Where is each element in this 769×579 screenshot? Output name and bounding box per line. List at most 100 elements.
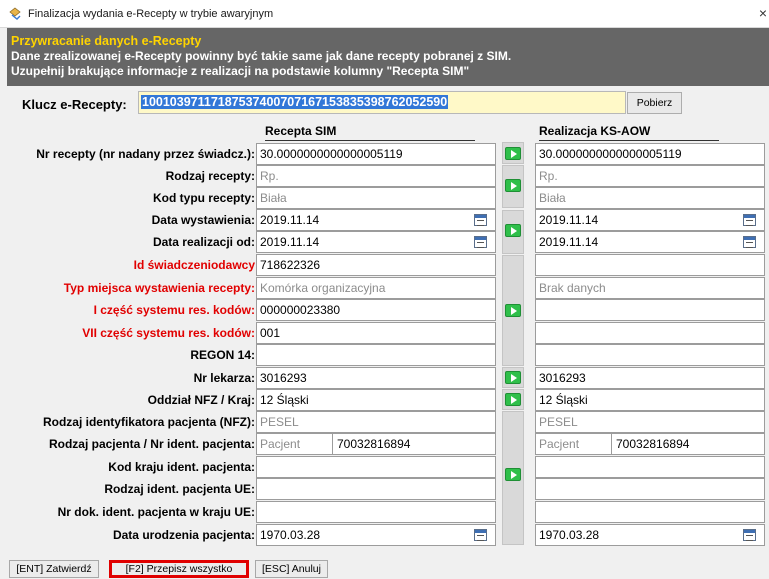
field-label: Rodzaj identyfikatora pacjenta (NFZ): <box>42 415 255 429</box>
sim-field[interactable]: 000000023380 <box>256 299 496 321</box>
sim-field-value: 000000023380 <box>260 303 341 317</box>
sim-field[interactable]: Biała <box>256 187 496 209</box>
ks-field-value: 3016293 <box>539 371 586 385</box>
ks-field-value: 2019.11.14 <box>539 213 599 227</box>
ks-field[interactable] <box>535 344 765 366</box>
sim-field[interactable]: Pacjent 70032816894 <box>256 433 496 455</box>
ks-field[interactable]: PESEL <box>535 411 765 433</box>
ks-field-value: 12 Śląski <box>539 393 588 407</box>
ks-field[interactable]: 30.0000000000000005119 <box>535 143 765 165</box>
sim-field-value: Biała <box>260 191 287 205</box>
sim-field-value: 2019.11.14 <box>260 213 320 227</box>
ks-field[interactable]: 12 Śląski <box>535 389 765 411</box>
key-input[interactable]: 1001039711718753740070716715383539876205… <box>138 91 626 114</box>
ks-field[interactable] <box>535 478 765 500</box>
sim-field[interactable]: 2019.11.14 <box>256 209 496 231</box>
field-label: Rodzaj recepty: <box>165 169 255 183</box>
sim-field-value: Pacjent <box>260 437 301 451</box>
copy-arrow-icon[interactable] <box>505 371 521 384</box>
ks-field[interactable]: Rp. <box>535 165 765 187</box>
ks-field-value: 1970.03.28 <box>539 528 600 542</box>
cancel-button[interactable]: [ESC] Anuluj <box>255 560 328 578</box>
confirm-button[interactable]: [ENT] Zatwierdź <box>9 560 99 578</box>
copy-arrow-icon[interactable] <box>505 468 521 481</box>
sim-field[interactable] <box>256 501 496 523</box>
sim-field-value: PESEL <box>260 415 299 429</box>
calendar-icon[interactable] <box>743 214 756 226</box>
copy-arrow-icon[interactable] <box>505 393 521 406</box>
sim-field-value: 30.0000000000000005119 <box>260 147 403 161</box>
ks-patient-id: 70032816894 <box>611 434 689 454</box>
ks-field[interactable] <box>535 456 765 478</box>
ks-field[interactable]: 2019.11.14 <box>535 209 765 231</box>
field-label: Oddział NFZ / Kraj: <box>147 393 255 407</box>
ks-field-value: Pacjent <box>539 437 580 451</box>
ks-field-value: Rp. <box>539 169 558 183</box>
sim-field[interactable]: 1970.03.28 <box>256 524 496 546</box>
sim-patient-id: 70032816894 <box>332 434 410 454</box>
sim-field[interactable]: 30.0000000000000005119 <box>256 143 496 165</box>
ks-field-value: 30.0000000000000005119 <box>539 147 682 161</box>
ks-field[interactable]: 1970.03.28 <box>535 524 765 546</box>
ks-field[interactable]: Brak danych <box>535 277 765 299</box>
ks-field[interactable]: Pacjent 70032816894 <box>535 433 765 455</box>
fetch-button[interactable]: Pobierz <box>627 92 682 114</box>
sim-field[interactable]: Rp. <box>256 165 496 187</box>
app-icon <box>9 7 21 20</box>
ks-field[interactable]: 2019.11.14 <box>535 231 765 253</box>
sim-field-value: Komórka organizacyjna <box>260 281 386 295</box>
copy-all-button[interactable]: [F2] Przepisz wszystko <box>109 560 249 578</box>
field-label: Data realizacji od: <box>152 235 255 249</box>
ks-field[interactable] <box>535 254 765 276</box>
sim-field[interactable]: 001 <box>256 322 496 344</box>
ks-field[interactable]: Biała <box>535 187 765 209</box>
sim-field-value: 3016293 <box>260 371 307 385</box>
field-label: Data wystawienia: <box>151 213 255 227</box>
key-value: 1001039711718753740070716715383539876205… <box>141 95 449 109</box>
ks-field-value: PESEL <box>539 415 578 429</box>
field-label: I część systemu res. kodów: <box>93 303 255 317</box>
field-label: Nr dok. ident. pacjenta w kraju UE: <box>57 505 255 519</box>
sim-field[interactable]: Komórka organizacyjna <box>256 277 496 299</box>
calendar-icon[interactable] <box>474 529 487 541</box>
copy-arrow-icon[interactable] <box>505 147 521 160</box>
field-label: Nr recepty (nr nadany przez świadcz.): <box>36 147 255 161</box>
field-label: Kod kraju ident. pacjenta: <box>108 460 255 474</box>
sim-field[interactable] <box>256 478 496 500</box>
ks-field-value: Biała <box>539 191 566 205</box>
sim-field-value: 2019.11.14 <box>260 235 320 249</box>
field-label: Typ miejsca wystawienia recepty: <box>63 281 255 295</box>
sim-field[interactable]: 3016293 <box>256 367 496 389</box>
ks-field-value: 2019.11.14 <box>539 235 599 249</box>
title-bar: Finalizacja wydania e-Recepty w trybie a… <box>0 0 769 28</box>
sim-field-value: Rp. <box>260 169 279 183</box>
sim-field-value: 001 <box>260 326 281 340</box>
copy-arrow-icon[interactable] <box>505 304 521 317</box>
calendar-icon[interactable] <box>743 236 756 248</box>
ks-field[interactable]: 3016293 <box>535 367 765 389</box>
ks-field[interactable] <box>535 299 765 321</box>
copy-arrow-icon[interactable] <box>505 224 521 237</box>
field-label: Data urodzenia pacjenta: <box>112 528 255 542</box>
calendar-icon[interactable] <box>474 214 487 226</box>
field-label: Rodzaj pacjenta / Nr ident. pacjenta: <box>48 437 255 451</box>
ks-field[interactable] <box>535 322 765 344</box>
calendar-icon[interactable] <box>743 529 756 541</box>
copy-arrow-icon[interactable] <box>505 179 521 192</box>
sim-field[interactable] <box>256 456 496 478</box>
ks-field[interactable] <box>535 501 765 523</box>
close-icon[interactable]: × <box>759 5 767 21</box>
sim-field[interactable]: 718622326 <box>256 254 496 276</box>
column-header-ks: Realizacja KS-AOW <box>539 124 719 141</box>
sim-field[interactable]: 2019.11.14 <box>256 231 496 253</box>
sim-field-value: 12 Śląski <box>260 393 309 407</box>
header-line-1: Dane zrealizowanej e-Recepty powinny być… <box>11 49 512 63</box>
calendar-icon[interactable] <box>474 236 487 248</box>
field-label: VII część systemu res. kodów: <box>82 326 255 340</box>
sim-field-value: 1970.03.28 <box>260 528 321 542</box>
sim-field[interactable]: 12 Śląski <box>256 389 496 411</box>
sim-field[interactable] <box>256 344 496 366</box>
field-label: Rodzaj ident. pacjenta UE: <box>104 482 255 496</box>
sim-field[interactable]: PESEL <box>256 411 496 433</box>
header-line-2: Uzupełnij brakujące informacje z realiza… <box>11 64 470 78</box>
